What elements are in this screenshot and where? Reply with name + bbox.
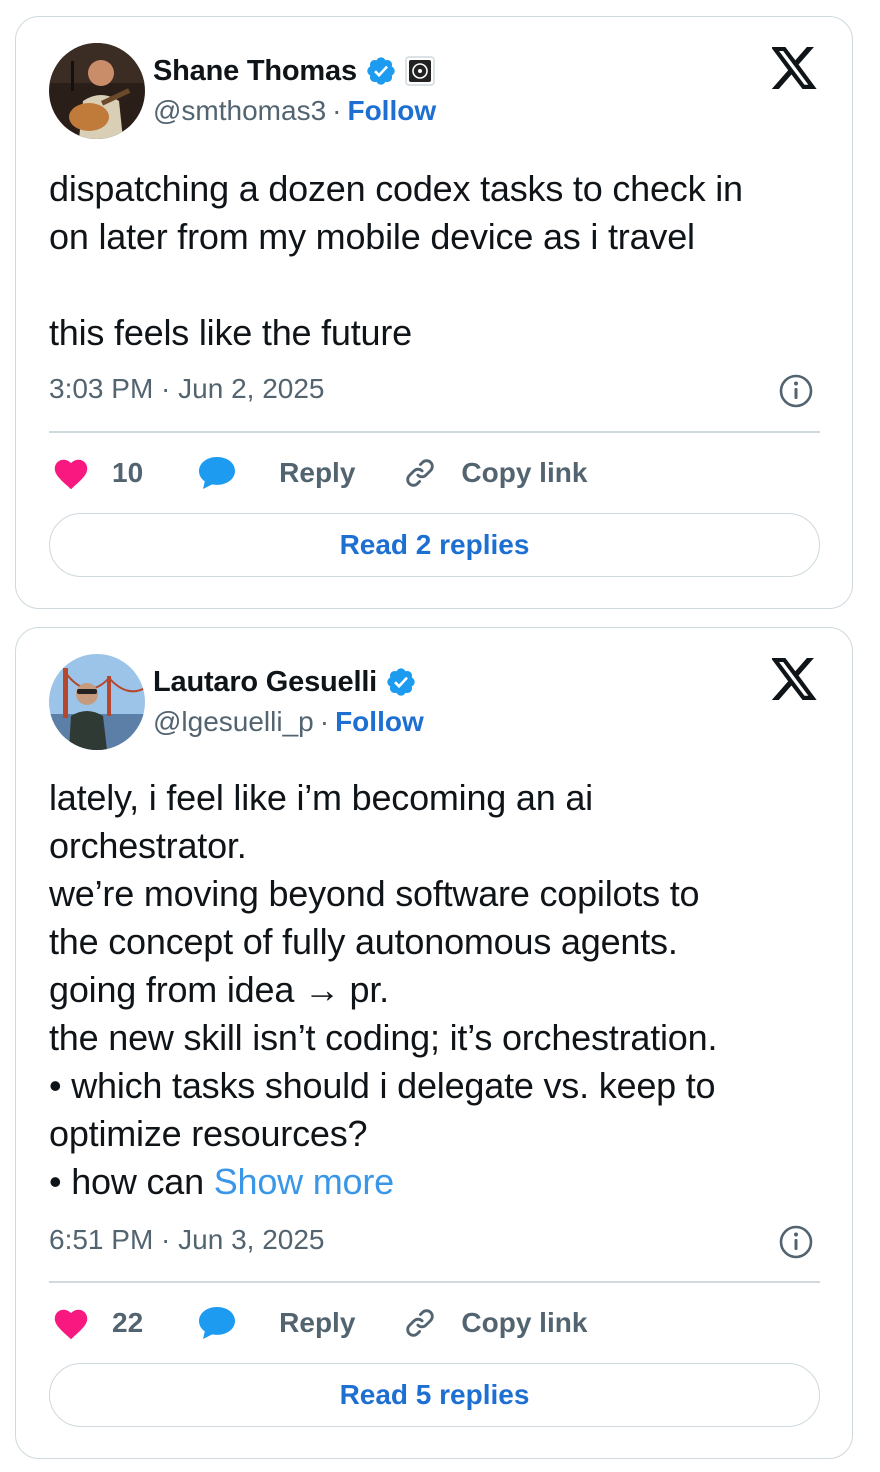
x-logo-icon[interactable]	[772, 658, 818, 700]
reply-button[interactable]: Reply	[197, 455, 355, 491]
like-count: 22	[112, 1307, 144, 1338]
like-count: 10	[112, 457, 144, 488]
action-bar: 22 Reply Copy link	[52, 1300, 587, 1346]
tweet-line: going from idea → pr.	[49, 969, 389, 1010]
copy-link-label: Copy link	[461, 1307, 588, 1338]
affiliate-badge-icon[interactable]	[405, 56, 435, 86]
tweet-line: the new skill isn’t coding; it’s orchest…	[49, 1017, 718, 1058]
tweet-card: Lautaro Gesuelli @lgesuelli_p · Follow l…	[15, 627, 853, 1459]
tweet-line: dispatching a dozen codex tasks to check…	[49, 168, 743, 209]
tweet-line: optimize resources?	[49, 1113, 368, 1154]
link-icon	[406, 1309, 435, 1337]
author-row: Shane Thomas	[153, 53, 435, 89]
author-handle[interactable]: @smthomas3	[153, 95, 326, 127]
timestamp[interactable]: 6:51 PM · Jun 3, 2025	[49, 1224, 325, 1256]
avatar[interactable]	[49, 43, 145, 139]
read-replies-button[interactable]: Read 5 replies	[49, 1363, 820, 1427]
divider	[49, 1281, 820, 1283]
reply-bubble-icon	[199, 457, 236, 489]
tweet-text: dispatching a dozen codex tasks to check…	[49, 165, 743, 357]
author-handle[interactable]: @lgesuelli_p	[153, 706, 314, 738]
reply-bubble-icon	[199, 1307, 236, 1339]
copy-link-label: Copy link	[461, 457, 588, 488]
handle-row: @smthomas3 · Follow	[153, 93, 436, 129]
divider	[49, 431, 820, 433]
action-bar: 10 Reply Copy link	[52, 450, 587, 496]
follow-button[interactable]: Follow	[347, 95, 436, 127]
heart-icon	[54, 459, 88, 490]
tweet-text: lately, i feel like i’m becoming an ai o…	[49, 774, 717, 1206]
tweet-line: orchestrator.	[49, 825, 247, 866]
verified-badge-icon	[387, 668, 415, 696]
tweet-line: lately, i feel like i’m becoming an ai	[49, 777, 593, 818]
show-more-link[interactable]: Show more	[214, 1161, 394, 1202]
like-button[interactable]: 22	[52, 1306, 143, 1340]
tweet-card: Shane Thomas @smthomas3 · Follow dispatc…	[15, 16, 853, 609]
avatar[interactable]	[49, 654, 145, 750]
tweet-line-text: • how can	[49, 1161, 214, 1202]
timestamp[interactable]: 3:03 PM · Jun 2, 2025	[49, 373, 325, 405]
link-icon	[406, 459, 435, 487]
info-icon[interactable]	[778, 1224, 814, 1260]
author-row: Lautaro Gesuelli	[153, 664, 417, 700]
separator: ·	[319, 706, 330, 737]
reply-label: Reply	[279, 457, 356, 488]
tweet-line: • which tasks should i delegate vs. keep…	[49, 1065, 716, 1106]
heart-icon	[54, 1309, 88, 1340]
reply-button[interactable]: Reply	[197, 1305, 355, 1341]
x-logo-icon[interactable]	[772, 47, 818, 89]
copy-link-button[interactable]: Copy link	[403, 1306, 587, 1340]
separator: ·	[332, 95, 342, 126]
author-name[interactable]: Lautaro Gesuelli	[153, 666, 377, 699]
read-replies-button[interactable]: Read 2 replies	[49, 513, 820, 577]
tweet-line-last: • how can Show more	[49, 1158, 717, 1206]
copy-link-button[interactable]: Copy link	[403, 456, 587, 490]
follow-button[interactable]: Follow	[335, 706, 424, 738]
tweet-line: we’re moving beyond software copilots to	[49, 873, 700, 914]
reply-label: Reply	[279, 1307, 356, 1338]
handle-row: @lgesuelli_p · Follow	[153, 704, 424, 740]
like-button[interactable]: 10	[52, 456, 143, 490]
tweet-line: this feels like the future	[49, 312, 412, 353]
verified-badge-icon	[367, 57, 395, 85]
tweet-line: the concept of fully autonomous agents.	[49, 921, 678, 962]
tweet-line: on later from my mobile device as i trav…	[49, 216, 695, 257]
info-icon[interactable]	[778, 373, 814, 409]
author-name[interactable]: Shane Thomas	[153, 55, 357, 88]
